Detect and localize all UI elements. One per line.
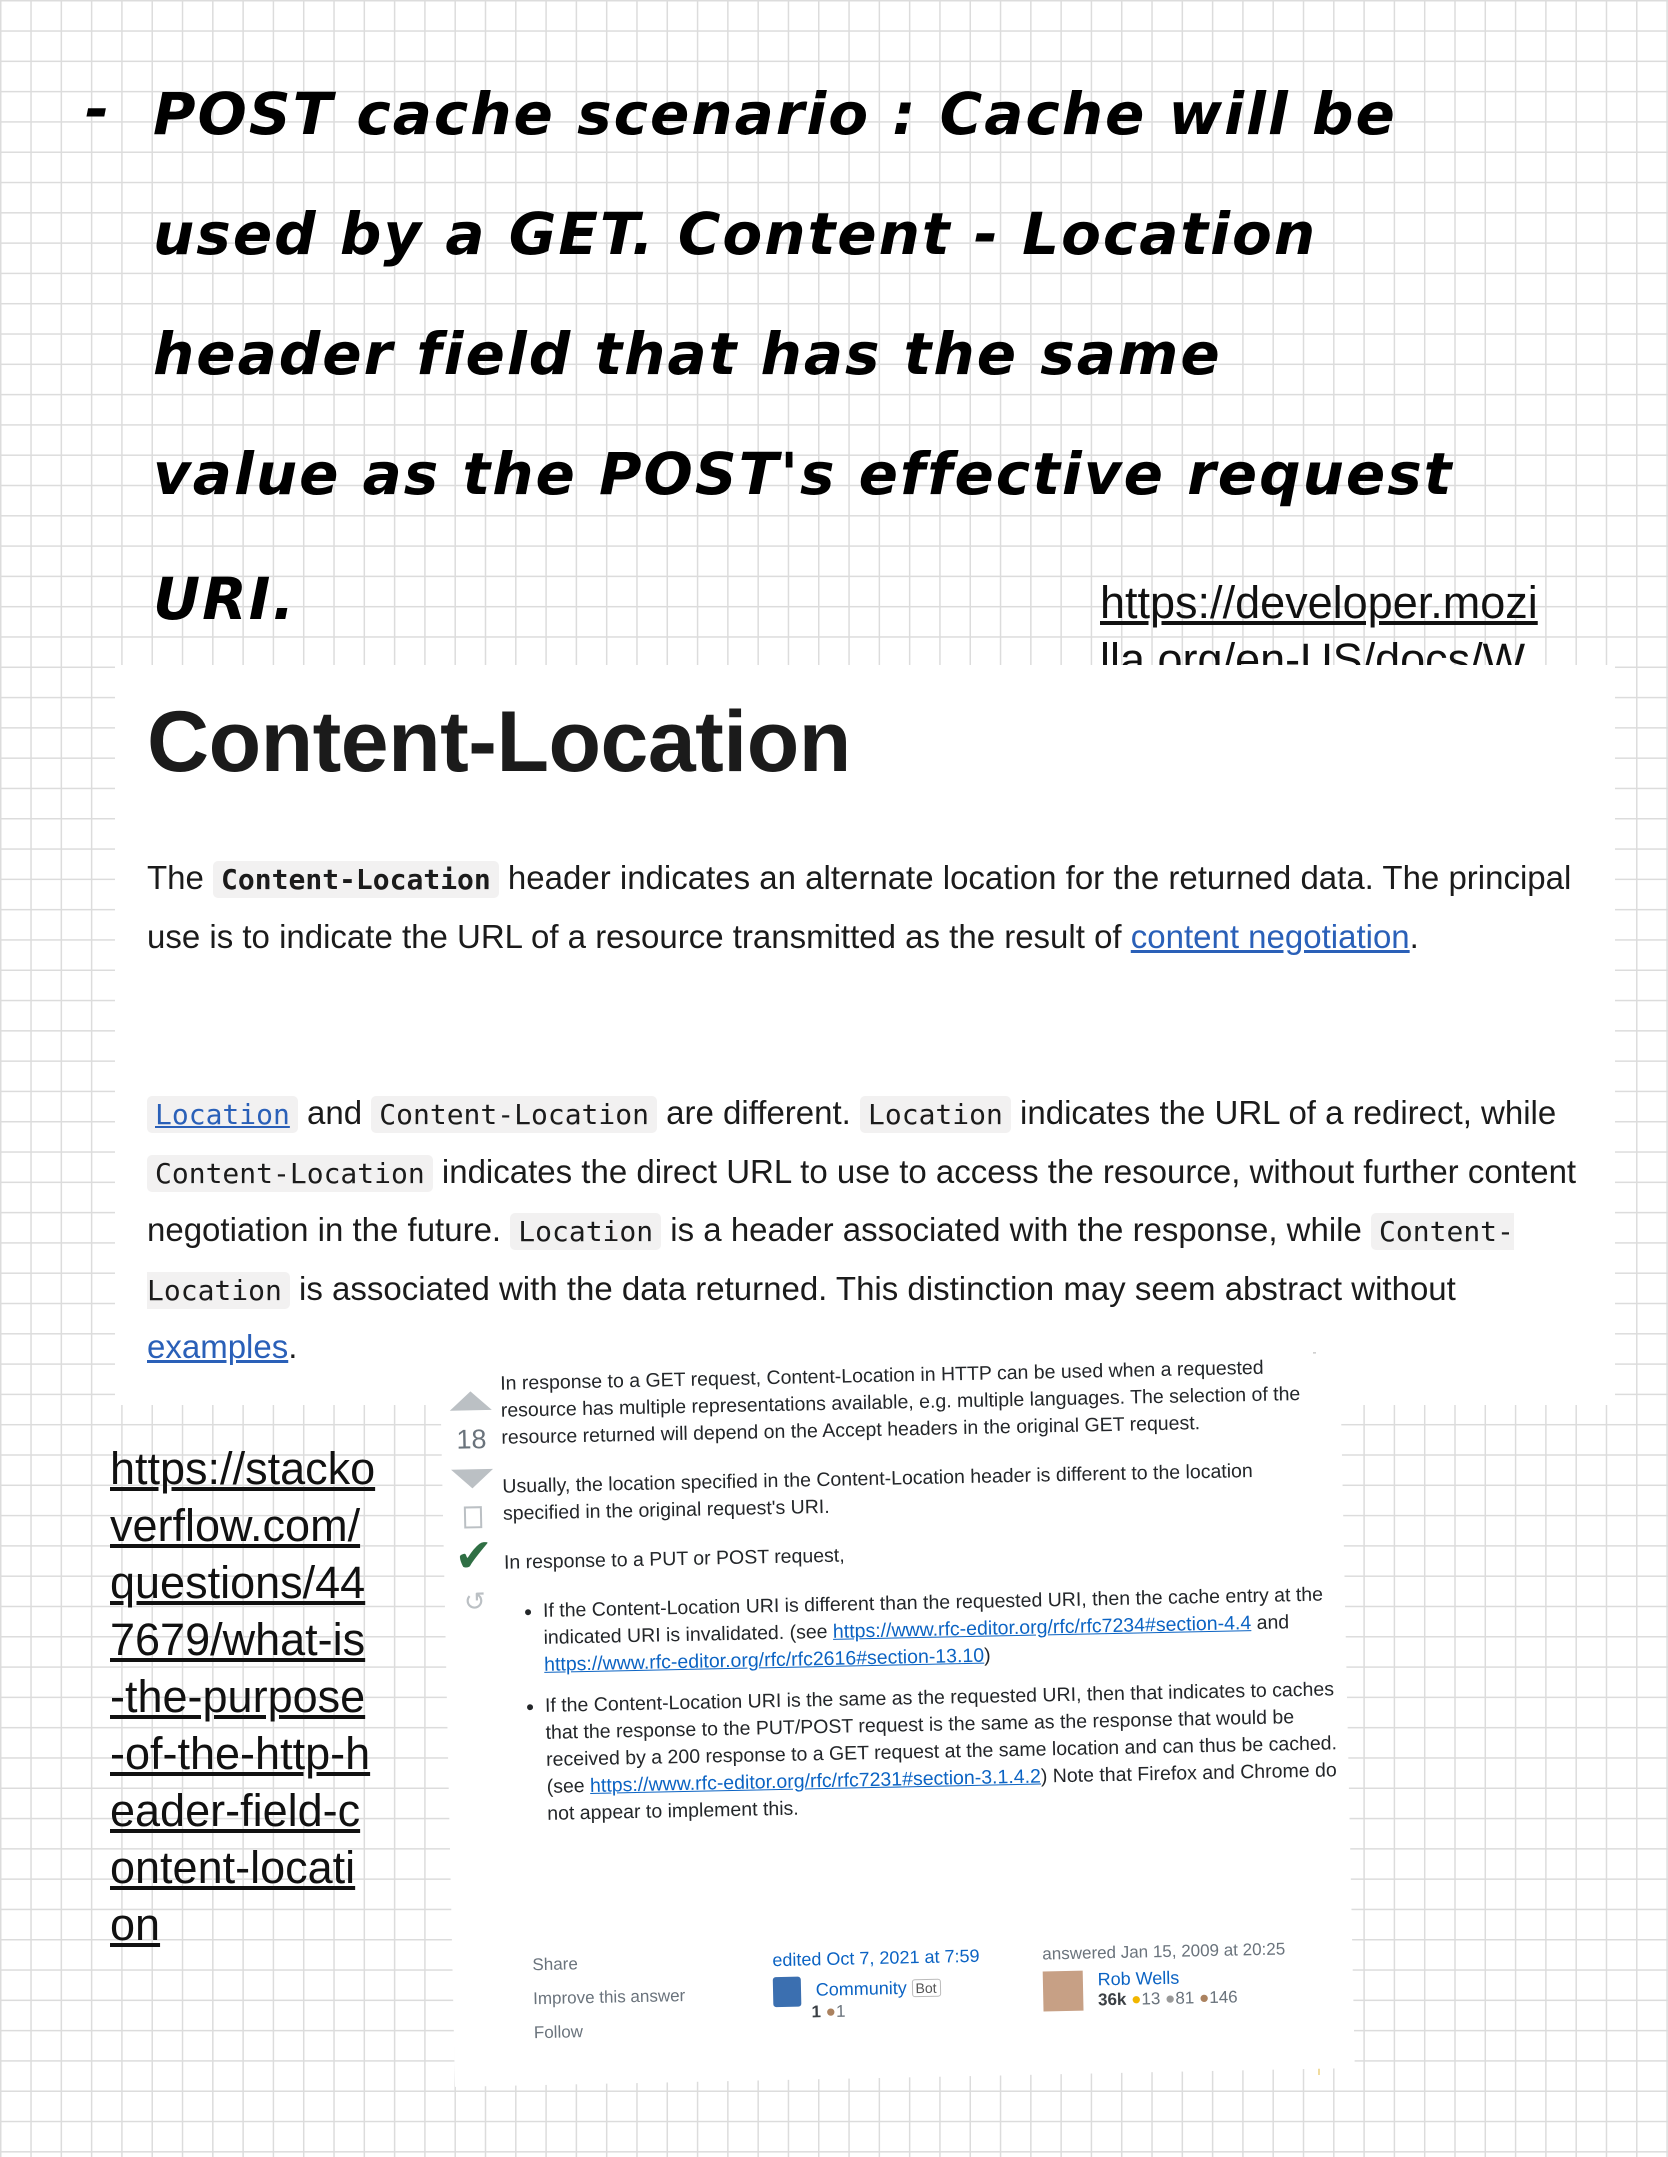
inline-code: Content-Location	[371, 1096, 657, 1133]
bot-badge: Bot	[911, 1979, 941, 1998]
text: The	[147, 859, 214, 896]
answered-label: answered Jan 15, 2009 at 20:25	[1042, 1939, 1286, 1964]
answer-paragraph: In response to a GET request, Content-Lo…	[500, 1356, 1301, 1449]
author-card: Rob Wells 36k ●13 ●81 ●146	[1042, 1965, 1287, 2012]
note-line: value as the POST's effective request	[153, 440, 1454, 508]
list-item: If the Content-Location URI is the same …	[545, 1676, 1340, 1828]
avatar[interactable]	[1042, 1970, 1084, 2012]
answer-paragraph: Usually, the location specified in the C…	[502, 1460, 1253, 1525]
location-code-link[interactable]: Location	[147, 1096, 298, 1133]
difference-paragraph: Location and Content-Location are differ…	[147, 1085, 1587, 1376]
inline-code: Location	[510, 1213, 662, 1250]
answer-body: In response to a GET request, Content-Lo…	[500, 1353, 1340, 1842]
rfc7234-link[interactable]: https://www.rfc-editor.org/rfc/rfc7234#s…	[833, 1612, 1252, 1643]
edited-label[interactable]: edited Oct 7, 2021 at 7:59	[772, 1946, 980, 1971]
intro-paragraph: The Content-Location header indicates an…	[147, 850, 1587, 965]
vote-column: 18 ✔ ↺	[440, 1390, 506, 1618]
so-url-link[interactable]: https://stackoverflow.com/questions/4476…	[110, 1440, 380, 1953]
text: is a header associated with the response…	[661, 1211, 1372, 1248]
community-avatar	[772, 1976, 802, 2008]
gold-count: 13	[1141, 1989, 1161, 2009]
text: is associated with the data returned. Th…	[289, 1269, 1456, 1307]
vote-count: 18	[456, 1424, 487, 1455]
gold-badge-icon: ●	[1130, 1989, 1142, 2009]
note-line: header field that has the same	[153, 320, 1222, 388]
editor-card: Community Bot 1 ●1	[772, 1973, 981, 2023]
rep-score: 36k	[1097, 1989, 1127, 2010]
text: and	[1250, 1611, 1290, 1635]
silver-count: 81	[1175, 1988, 1195, 2008]
bronze-count: 1	[835, 2001, 846, 2021]
text: and	[297, 1094, 372, 1131]
text: .	[288, 1328, 298, 1365]
upvote-icon[interactable]	[449, 1390, 492, 1411]
page-title: Content-Location	[147, 694, 851, 790]
answer-paragraph: In response to a PUT or POST request,	[503, 1544, 845, 1574]
inline-code: Location	[860, 1096, 1011, 1133]
content-negotiation-link[interactable]: content negotiation	[1131, 918, 1410, 955]
inline-code: Content-Location	[213, 861, 499, 898]
inline-code: Content-Location	[147, 1154, 433, 1192]
note-line: used by a GET. Content - Location	[153, 200, 1318, 268]
text: indicates the URL of a redirect, while	[1010, 1094, 1557, 1131]
note-dash: -	[85, 75, 112, 143]
text: .	[1409, 917, 1419, 955]
rfc2616-link[interactable]: https://www.rfc-editor.org/rfc/rfc2616#s…	[544, 1645, 984, 1676]
examples-link[interactable]: examples	[147, 1328, 288, 1365]
bookmark-icon[interactable]	[463, 1506, 483, 1529]
so-answer-clipping: 18 ✔ ↺ In response to a GET request, Con…	[440, 1353, 1355, 2087]
answered-info: answered Jan 15, 2009 at 20:25 Rob Wells…	[1042, 1939, 1287, 2012]
text: )	[983, 1644, 991, 1667]
answer-list: If the Content-Location URI is different…	[505, 1581, 1340, 1828]
editor-name[interactable]: Community	[816, 1978, 907, 2000]
editor-rep: 1 ●1	[811, 1999, 981, 2023]
mdn-clipping: Content-Location The Content-Location he…	[115, 665, 1615, 1405]
bronze-badge-icon: ●	[1198, 1988, 1210, 2008]
history-icon[interactable]: ↺	[445, 1586, 506, 1618]
note-line: URI.	[153, 565, 297, 633]
bronze-count: 146	[1209, 1987, 1238, 2008]
edited-info: edited Oct 7, 2021 at 7:59 Community Bot…	[772, 1946, 981, 2023]
rfc7231-link[interactable]: https://www.rfc-editor.org/rfc/rfc7231#s…	[590, 1766, 1041, 1797]
list-item: If the Content-Location URI is different…	[543, 1581, 1337, 1679]
note-line: POST cache scenario : Cache will be	[153, 80, 1397, 148]
text: are different.	[656, 1094, 860, 1131]
silver-badge-icon: ●	[1164, 1988, 1176, 2008]
rep-score: 1	[811, 2002, 822, 2022]
accepted-check-icon: ✔	[454, 1528, 494, 1582]
author-name[interactable]: Rob Wells	[1097, 1968, 1179, 1990]
downvote-icon[interactable]	[451, 1468, 494, 1489]
answer-footer: Share Improve this answer Follow edited …	[532, 1938, 1334, 2075]
